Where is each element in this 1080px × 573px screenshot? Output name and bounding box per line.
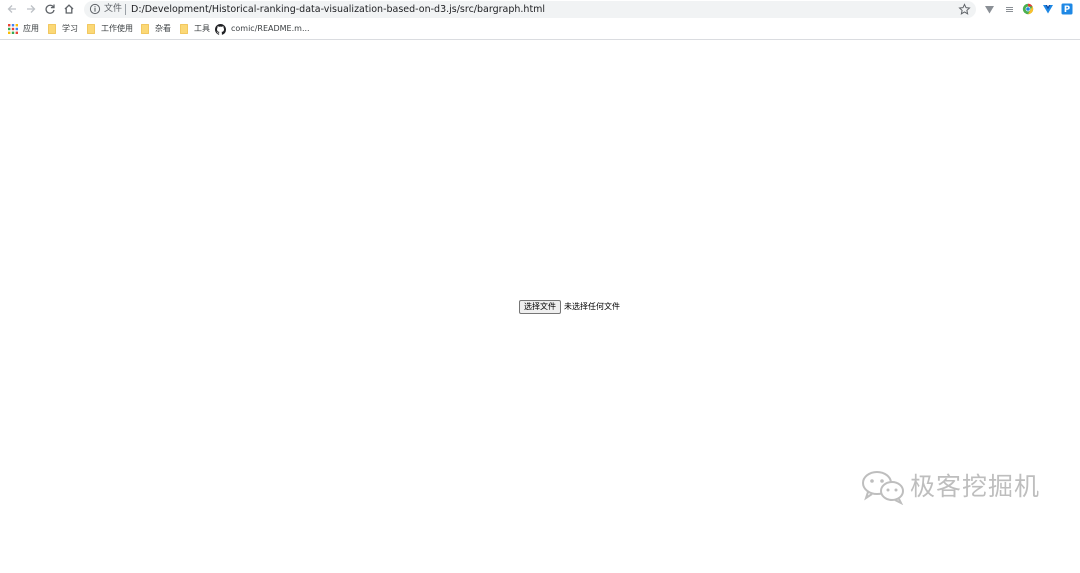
bookmark-label: 工作使用 bbox=[101, 24, 133, 33]
folder-icon bbox=[85, 24, 96, 35]
folder-icon bbox=[139, 24, 150, 35]
vimium-extension-button[interactable] bbox=[983, 3, 995, 15]
forward-button[interactable] bbox=[24, 2, 38, 16]
bookmark-github-readme[interactable]: comic/README.m... bbox=[215, 22, 310, 36]
bookmark-folder-study[interactable]: 学习 bbox=[46, 22, 78, 36]
home-icon bbox=[64, 4, 74, 14]
folder-icon bbox=[46, 24, 57, 35]
wechat-logo-icon bbox=[862, 471, 904, 505]
browser-window: 文件 D:/Development/Historical-ranking-dat… bbox=[0, 0, 1080, 573]
bookmarks-bar: 应用 学习 工作使用 杂看 工具 comic/README.m... bbox=[0, 19, 1080, 40]
svg-text:P: P bbox=[1064, 5, 1070, 15]
bookmark-label: 工具 bbox=[194, 24, 210, 33]
browser-toolbar: 文件 D:/Development/Historical-ranking-dat… bbox=[0, 0, 1080, 19]
p-extension-button[interactable]: P bbox=[1061, 3, 1073, 15]
watermark: 极客挖掘机 bbox=[860, 469, 1040, 505]
reader-extension-button[interactable] bbox=[1003, 3, 1015, 15]
file-scheme-label: 文件 bbox=[104, 4, 123, 14]
star-icon[interactable] bbox=[958, 3, 971, 16]
bookmark-folder-misc[interactable]: 杂看 bbox=[139, 22, 171, 36]
apps-grid-icon bbox=[7, 24, 18, 35]
bookmark-folder-tools[interactable]: 工具 bbox=[178, 22, 210, 36]
chrome-extension-button[interactable] bbox=[1022, 3, 1034, 15]
reload-icon bbox=[45, 4, 55, 14]
github-icon bbox=[215, 23, 226, 35]
bookmark-apps[interactable]: 应用 bbox=[7, 22, 39, 36]
back-button[interactable] bbox=[5, 2, 19, 16]
bookmark-label: 学习 bbox=[62, 24, 78, 33]
forward-icon bbox=[27, 5, 36, 13]
back-icon bbox=[7, 5, 16, 13]
folder-icon bbox=[178, 24, 189, 35]
file-input[interactable]: 选择文件 未选择任何文件 bbox=[519, 300, 620, 314]
info-icon[interactable] bbox=[89, 3, 101, 15]
vue-devtools-extension-button[interactable] bbox=[1042, 3, 1054, 15]
bookmark-label: 杂看 bbox=[155, 24, 171, 33]
reload-button[interactable] bbox=[43, 2, 57, 16]
bookmark-label: 应用 bbox=[23, 24, 39, 33]
home-button[interactable] bbox=[62, 2, 76, 16]
bookmark-label: comic/README.m... bbox=[231, 24, 310, 33]
omnibox-divider bbox=[125, 4, 126, 15]
chrome-extension-icon bbox=[1022, 3, 1034, 15]
choose-file-button[interactable]: 选择文件 bbox=[519, 300, 561, 314]
bookmark-folder-work[interactable]: 工作使用 bbox=[85, 22, 133, 36]
vue-devtools-extension-icon bbox=[1043, 5, 1053, 14]
url-text[interactable]: D:/Development/Historical-ranking-data-v… bbox=[131, 3, 545, 16]
vimium-extension-icon bbox=[984, 5, 994, 13]
watermark-text: 极客挖掘机 bbox=[910, 472, 1041, 501]
address-bar[interactable]: 文件 D:/Development/Historical-ranking-dat… bbox=[84, 1, 976, 18]
file-status-text: 未选择任何文件 bbox=[564, 302, 620, 311]
reader-extension-icon bbox=[1005, 6, 1013, 12]
p-extension-icon: P bbox=[1061, 3, 1073, 15]
